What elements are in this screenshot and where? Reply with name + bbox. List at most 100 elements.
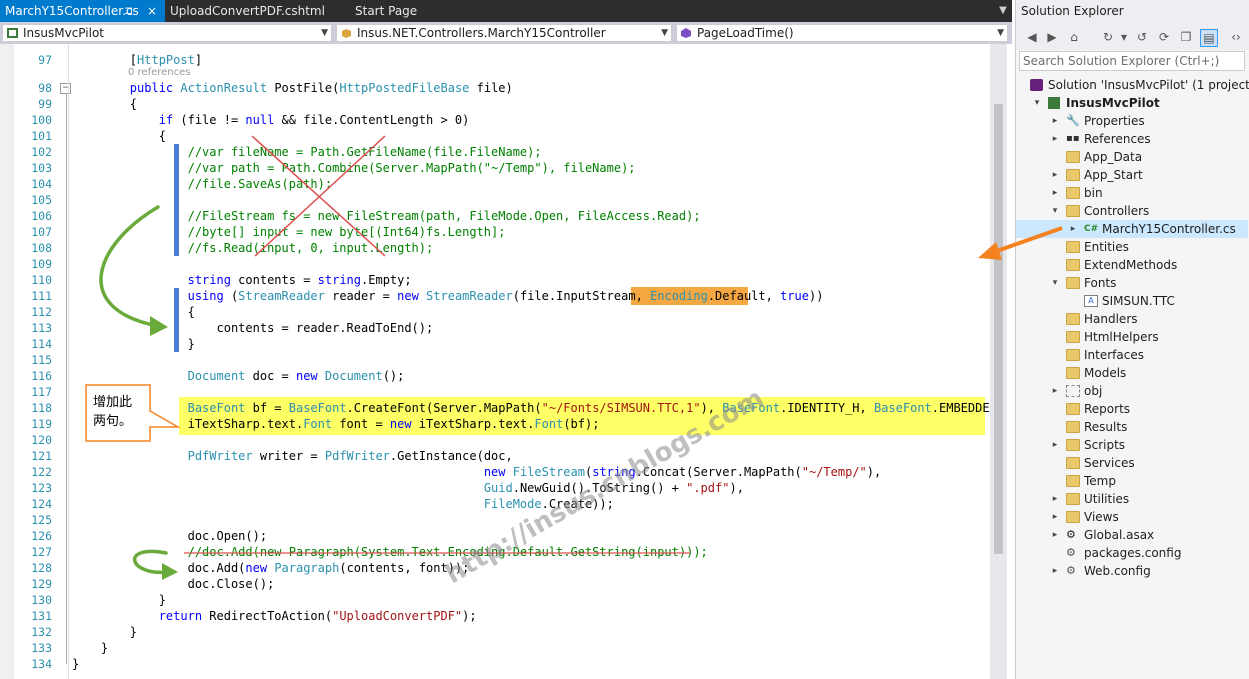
tree-item[interactable]: ▸ ⚙ Web.config xyxy=(1016,562,1248,580)
code-line[interactable]: doc.Add(new Paragraph(contents, font)); xyxy=(72,560,470,576)
code-line[interactable]: { xyxy=(72,96,137,112)
code-line[interactable]: //doc.Add(new Paragraph(System.Text.Enco… xyxy=(72,544,708,560)
history-icon[interactable]: ↻ xyxy=(1100,29,1116,45)
line-number: 124 xyxy=(31,497,52,511)
code-line[interactable]: } xyxy=(72,624,137,640)
tree-item[interactable]: ExtendMethods xyxy=(1016,256,1248,274)
expanded-arrow-icon[interactable]: ▾ xyxy=(1050,202,1060,220)
tree-item[interactable]: ▸ Scripts xyxy=(1016,436,1248,454)
search-solution-explorer-input[interactable]: Search Solution Explorer (Ctrl+;) xyxy=(1019,51,1245,71)
tree-item[interactable]: Temp xyxy=(1016,472,1248,490)
tree-item[interactable]: ▸ obj xyxy=(1016,382,1248,400)
tab-overflow-icon[interactable]: ▼ xyxy=(996,2,1010,20)
code-line[interactable]: BaseFont bf = BaseFont.CreateFont(Server… xyxy=(72,400,990,416)
collapse-region-icon[interactable]: − xyxy=(60,83,71,94)
expanded-arrow-icon[interactable]: ▾ xyxy=(1032,94,1042,112)
dropdown-icon[interactable]: ▾ xyxy=(1116,29,1132,45)
code-line[interactable]: { xyxy=(72,128,166,144)
tree-item[interactable]: ▸ 🔧 Properties xyxy=(1016,112,1248,130)
tree-item[interactable]: Handlers xyxy=(1016,310,1248,328)
code-line[interactable]: } xyxy=(72,640,108,656)
code-line[interactable]: using (StreamReader reader = new StreamR… xyxy=(72,288,824,304)
member-dropdown[interactable]: PageLoadTime() ▼ xyxy=(676,24,1008,42)
code-line[interactable]: } xyxy=(72,336,195,352)
tree-item[interactable]: Services xyxy=(1016,454,1248,472)
code-line[interactable]: } xyxy=(72,656,79,672)
collapsed-arrow-icon[interactable]: ▸ xyxy=(1050,436,1060,454)
tree-item[interactable]: ▸ ⚙ Global.asax xyxy=(1016,526,1248,544)
tree-item[interactable]: ▸ bin xyxy=(1016,184,1248,202)
code-line[interactable]: //var fileName = Path.GetFileName(file.F… xyxy=(72,144,542,160)
forward-icon[interactable]: ▶ xyxy=(1044,29,1060,45)
code-line[interactable]: doc.Close(); xyxy=(72,576,275,592)
tab-start-page[interactable]: Start Page xyxy=(350,0,450,22)
code-line[interactable]: } xyxy=(72,592,166,608)
tree-item[interactable]: Reports xyxy=(1016,400,1248,418)
codelens-references[interactable]: 0 references xyxy=(128,67,191,78)
collapsed-arrow-icon[interactable]: ▸ xyxy=(1050,490,1060,508)
code-line[interactable]: contents = reader.ReadToEnd(); xyxy=(72,320,433,336)
code-line[interactable]: FileMode.Create)); xyxy=(72,496,614,512)
tree-item[interactable]: ▾ Controllers xyxy=(1016,202,1248,220)
code-line[interactable]: string contents = string.Empty; xyxy=(72,272,412,288)
code-line[interactable]: doc.Open(); xyxy=(72,528,267,544)
collapse-icon[interactable]: ↺ xyxy=(1134,29,1150,45)
code-line[interactable]: { xyxy=(72,304,195,320)
tab-uploadconvertpdf[interactable]: UploadConvertPDF.cshtml xyxy=(165,0,335,22)
tab-marchy15controller[interactable]: MarchY15Controller.cs ⊐ × xyxy=(0,0,165,22)
tree-item[interactable]: ▸ C# MarchY15Controller.cs xyxy=(1016,220,1248,238)
code-line[interactable]: //file.SaveAs(path); xyxy=(72,176,333,192)
tree-item[interactable]: Models xyxy=(1016,364,1248,382)
close-icon[interactable]: × xyxy=(147,0,157,22)
code-line[interactable]: //fs.Read(input, 0, input.Length); xyxy=(72,240,434,256)
code-editor[interactable]: 97 [HttpPost] 98 public ActionResult Post… xyxy=(0,44,990,679)
tree-item[interactable]: Solution 'InsusMvcPilot' (1 project) xyxy=(1016,76,1249,94)
show-all-files-icon[interactable]: ▤ xyxy=(1200,29,1218,47)
code-line[interactable]: //var path = Path.Combine(Server.MapPath… xyxy=(72,160,636,176)
code-line[interactable]: [HttpPost] xyxy=(72,52,202,68)
expanded-arrow-icon[interactable]: ▾ xyxy=(1050,274,1060,292)
code-line[interactable]: //byte[] input = new byte[(Int64)fs.Leng… xyxy=(72,224,506,240)
home-icon[interactable]: ⌂ xyxy=(1066,29,1082,45)
code-line[interactable]: Guid.NewGuid().ToString() + ".pdf"), xyxy=(72,480,744,496)
project-dropdown[interactable]: InsusMvcPilot ▼ xyxy=(2,24,332,42)
refresh-icon[interactable]: ⟳ xyxy=(1156,29,1172,45)
collapsed-arrow-icon[interactable]: ▸ xyxy=(1050,130,1060,148)
pin-icon[interactable]: ⊐ xyxy=(124,0,133,22)
code-line[interactable]: public ActionResult PostFile(HttpPostedF… xyxy=(72,80,513,96)
editor-scrollbar[interactable] xyxy=(990,44,1007,679)
collapsed-arrow-icon[interactable]: ▸ xyxy=(1050,184,1060,202)
tree-item[interactable]: ▸ ▪▪ References xyxy=(1016,130,1248,148)
copy-icon[interactable]: ❐ xyxy=(1178,29,1194,45)
tree-item[interactable]: Entities xyxy=(1016,238,1248,256)
code-line[interactable]: //FileStream fs = new FileStream(path, F… xyxy=(72,208,701,224)
code-icon[interactable]: ‹› xyxy=(1228,29,1244,45)
tree-item[interactable]: ▸ Views xyxy=(1016,508,1248,526)
code-line[interactable]: new FileStream(string.Concat(Server.MapP… xyxy=(72,464,881,480)
tree-item[interactable]: ▾ InsusMvcPilot xyxy=(1016,94,1248,112)
collapsed-arrow-icon[interactable]: ▸ xyxy=(1050,562,1060,580)
back-icon[interactable]: ◀ xyxy=(1024,29,1040,45)
tree-item[interactable]: ▾ Fonts xyxy=(1016,274,1248,292)
code-line[interactable]: if (file != null && file.ContentLength >… xyxy=(72,112,470,128)
collapsed-arrow-icon[interactable]: ▸ xyxy=(1050,166,1060,184)
code-line[interactable]: Document doc = new Document(); xyxy=(72,368,405,384)
tree-item[interactable]: ▸ Utilities xyxy=(1016,490,1248,508)
collapsed-arrow-icon[interactable]: ▸ xyxy=(1050,382,1060,400)
tree-item[interactable]: Results xyxy=(1016,418,1248,436)
collapsed-arrow-icon[interactable]: ▸ xyxy=(1050,112,1060,130)
scrollbar-thumb[interactable] xyxy=(994,104,1003,554)
class-dropdown[interactable]: Insus.NET.Controllers.MarchY15Controller… xyxy=(336,24,672,42)
code-line[interactable]: iTextSharp.text.Font font = new iTextSha… xyxy=(72,416,600,432)
tree-item[interactable]: ⚙ packages.config xyxy=(1016,544,1248,562)
code-line[interactable]: return RedirectToAction("UploadConvertPD… xyxy=(72,608,477,624)
collapsed-arrow-icon[interactable]: ▸ xyxy=(1068,220,1078,238)
collapsed-arrow-icon[interactable]: ▸ xyxy=(1050,508,1060,526)
tree-item[interactable]: Interfaces xyxy=(1016,346,1248,364)
collapsed-arrow-icon[interactable]: ▸ xyxy=(1050,526,1060,544)
tree-item[interactable]: A SIMSUN.TTC xyxy=(1016,292,1248,310)
tree-item[interactable]: ▸ App_Start xyxy=(1016,166,1248,184)
code-line[interactable]: PdfWriter writer = PdfWriter.GetInstance… xyxy=(72,448,513,464)
tree-item[interactable]: App_Data xyxy=(1016,148,1248,166)
tree-item[interactable]: HtmlHelpers xyxy=(1016,328,1248,346)
